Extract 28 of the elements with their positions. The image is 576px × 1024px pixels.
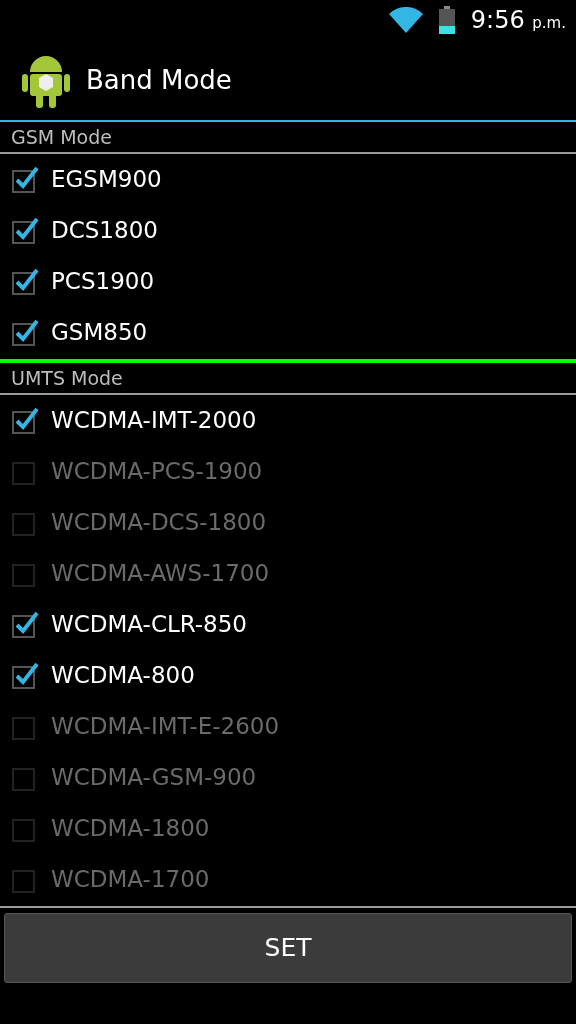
section-header: UMTS Mode bbox=[0, 363, 576, 395]
band-checkbox-row: WCDMA-PCS-1900 bbox=[0, 446, 576, 497]
band-checkbox-row: WCDMA-1700 bbox=[0, 854, 576, 905]
band-checkbox-row: WCDMA-GSM-900 bbox=[0, 752, 576, 803]
band-checkbox-row[interactable]: WCDMA-CLR-850 bbox=[0, 599, 576, 650]
status-clock: 9:56 p.m. bbox=[470, 5, 566, 36]
battery-icon bbox=[438, 6, 455, 34]
band-checkbox-row: WCDMA-DCS-1800 bbox=[0, 497, 576, 548]
checkbox[interactable] bbox=[12, 217, 39, 244]
checkbox[interactable] bbox=[12, 319, 39, 346]
checkbox[interactable] bbox=[12, 166, 39, 193]
band-checkbox-row[interactable]: GSM850 bbox=[0, 307, 576, 358]
set-button[interactable]: SET bbox=[4, 913, 572, 983]
band-checkbox-row: WCDMA-IMT-E-2600 bbox=[0, 701, 576, 752]
band-checkbox-row[interactable]: DCS1800 bbox=[0, 205, 576, 256]
band-checkbox-row[interactable]: WCDMA-IMT-2000 bbox=[0, 395, 576, 446]
app-title: Band Mode bbox=[86, 63, 232, 97]
checkbox[interactable] bbox=[12, 407, 39, 434]
band-checkbox-row: WCDMA-AWS-1700 bbox=[0, 548, 576, 599]
checkbox[interactable] bbox=[12, 611, 39, 638]
wifi-icon bbox=[388, 7, 423, 33]
checkbox[interactable] bbox=[12, 268, 39, 295]
band-checkbox-row[interactable]: EGSM900 bbox=[0, 154, 576, 205]
checkbox[interactable] bbox=[12, 662, 39, 689]
band-checkbox-row[interactable]: PCS1900 bbox=[0, 256, 576, 307]
band-checkbox-row[interactable]: WCDMA-800 bbox=[0, 650, 576, 701]
section-header: GSM Mode bbox=[0, 122, 576, 154]
band-checkbox-row: WCDMA-1800 bbox=[0, 803, 576, 854]
